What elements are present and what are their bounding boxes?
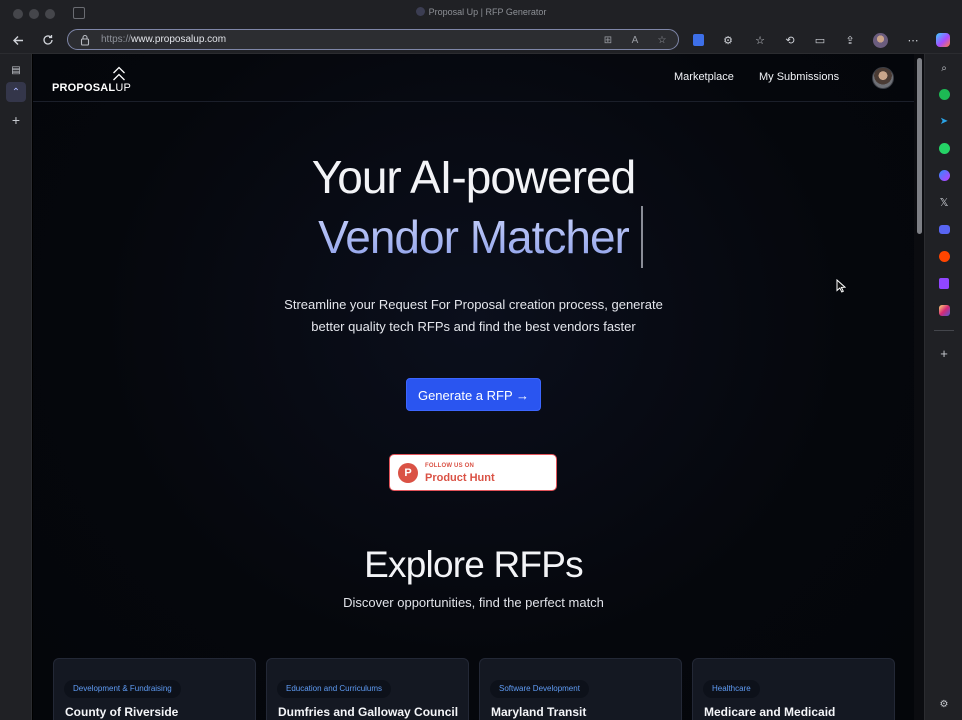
sidebar-rail: ⌕ ➤ 𝕏 + ⚙ xyxy=(924,54,962,720)
twitch-icon[interactable] xyxy=(936,275,952,291)
web-page: PROPOSALUP Marketplace My Submissions Yo… xyxy=(33,54,914,720)
more-icon[interactable]: ⋯ xyxy=(905,32,921,48)
history-icon[interactable]: ⟲ xyxy=(782,32,798,48)
nav-marketplace-link[interactable]: Marketplace xyxy=(674,71,734,83)
explore-rfps-heading: Explore RFPs xyxy=(364,544,583,585)
search-icon[interactable]: ⌕ xyxy=(936,60,952,76)
site-header: PROPOSALUP Marketplace My Submissions xyxy=(33,54,914,102)
new-tab-icon[interactable]: + xyxy=(8,112,24,128)
copilot-icon[interactable] xyxy=(935,32,951,48)
reddit-icon[interactable] xyxy=(936,248,952,264)
vertical-tabs-rail: ▤ ⌃ + xyxy=(0,54,32,720)
telegram-icon[interactable]: ➤ xyxy=(936,113,952,129)
proposalup-tab-icon[interactable]: ⌃ xyxy=(6,82,26,102)
star-icon[interactable]: ☆ xyxy=(655,33,669,47)
hero-heading-line2: Vendor Matcher xyxy=(318,211,630,263)
product-hunt-follow-label: FOLLOW US ON xyxy=(425,463,475,469)
read-aloud-icon[interactable]: A xyxy=(628,33,642,47)
add-sidebar-app-icon[interactable]: + xyxy=(936,345,952,361)
logo-text-bold: PROPOSAL xyxy=(52,82,116,94)
rfp-category-tag: Education and Curriculums xyxy=(277,680,392,698)
rfp-card-title: Maryland Transit xyxy=(491,705,587,719)
bitwarden-icon[interactable] xyxy=(690,32,706,48)
messenger-icon[interactable] xyxy=(936,167,952,183)
rfp-card-title: County of Riverside xyxy=(65,705,179,719)
reload-button[interactable] xyxy=(39,31,57,49)
discord-icon[interactable] xyxy=(936,221,952,237)
rfp-card[interactable]: Education and Curriculums Dumfries and G… xyxy=(266,658,469,720)
typing-caret xyxy=(641,206,643,268)
back-button[interactable] xyxy=(9,31,27,49)
reload-icon xyxy=(43,35,53,45)
user-avatar[interactable] xyxy=(872,67,894,89)
rfp-category-tag: Development & Fundraising xyxy=(64,680,181,698)
rfp-card[interactable]: Development & Fundraising County of Rive… xyxy=(53,658,256,720)
window-titlebar: Proposal Up | RFP Generator xyxy=(0,0,962,26)
product-hunt-badge[interactable]: P FOLLOW US ON Product Hunt xyxy=(389,454,557,491)
instagram-icon[interactable] xyxy=(936,302,952,318)
settings-gear-icon[interactable]: ⚙ xyxy=(936,696,952,712)
nav-my-submissions-link[interactable]: My Submissions xyxy=(759,71,839,83)
lock-icon xyxy=(80,34,90,46)
hero-heading-line1: Your AI-powered xyxy=(311,151,636,203)
grid-icon[interactable]: ⊞ xyxy=(601,33,615,47)
tab-list-icon[interactable]: ▤ xyxy=(8,62,24,78)
screen-capture-icon[interactable]: ▭ xyxy=(812,32,828,48)
spotify-icon[interactable] xyxy=(936,86,952,102)
generate-rfp-button[interactable]: Generate a RFP → xyxy=(406,378,541,411)
product-hunt-name: Product Hunt xyxy=(425,472,495,484)
profile-icon[interactable] xyxy=(872,32,888,48)
rfp-card-title: Medicare and Medicaid xyxy=(704,705,836,719)
rfp-category-tag: Software Development xyxy=(490,680,589,698)
scrollbar-thumb[interactable] xyxy=(917,58,922,234)
mouse-pointer-icon xyxy=(836,279,846,293)
back-arrow-icon xyxy=(12,35,23,45)
whatsapp-icon[interactable] xyxy=(936,140,952,156)
logo-text-light: UP xyxy=(115,82,132,94)
product-hunt-logo-icon: P xyxy=(398,463,418,483)
rfp-category-tag: Healthcare xyxy=(703,680,760,698)
url-text[interactable]: https://www.proposalup.com xyxy=(101,34,226,45)
address-bar[interactable]: https://www.proposalup.com ⊞ A ☆ xyxy=(67,29,679,50)
rfp-card[interactable]: Healthcare Medicare and Medicaid xyxy=(692,658,895,720)
share-icon[interactable]: ⇪ xyxy=(842,32,858,48)
browser-toolbar: https://www.proposalup.com ⊞ A ☆ ⚙ ☆ ⟲ ▭… xyxy=(0,26,962,54)
rfp-card[interactable]: Software Development Maryland Transit xyxy=(479,658,682,720)
rail-divider xyxy=(934,330,954,331)
window-title: Proposal Up | RFP Generator xyxy=(0,7,962,17)
site-favicon-icon xyxy=(415,7,425,16)
extensions-icon[interactable]: ⚙ xyxy=(720,32,736,48)
explore-rfps-subtitle: Discover opportunities, find the perfect… xyxy=(343,595,604,610)
favorites-icon[interactable]: ☆ xyxy=(752,32,768,48)
logo-chevron-icon xyxy=(113,66,125,81)
proposalup-logo[interactable]: PROPOSALUP xyxy=(52,66,132,96)
x-icon[interactable]: 𝕏 xyxy=(936,194,952,210)
rfp-card-title: Dumfries and Galloway Council xyxy=(278,705,459,719)
hero-subtitle: Streamline your Request For Proposal cre… xyxy=(284,297,663,334)
